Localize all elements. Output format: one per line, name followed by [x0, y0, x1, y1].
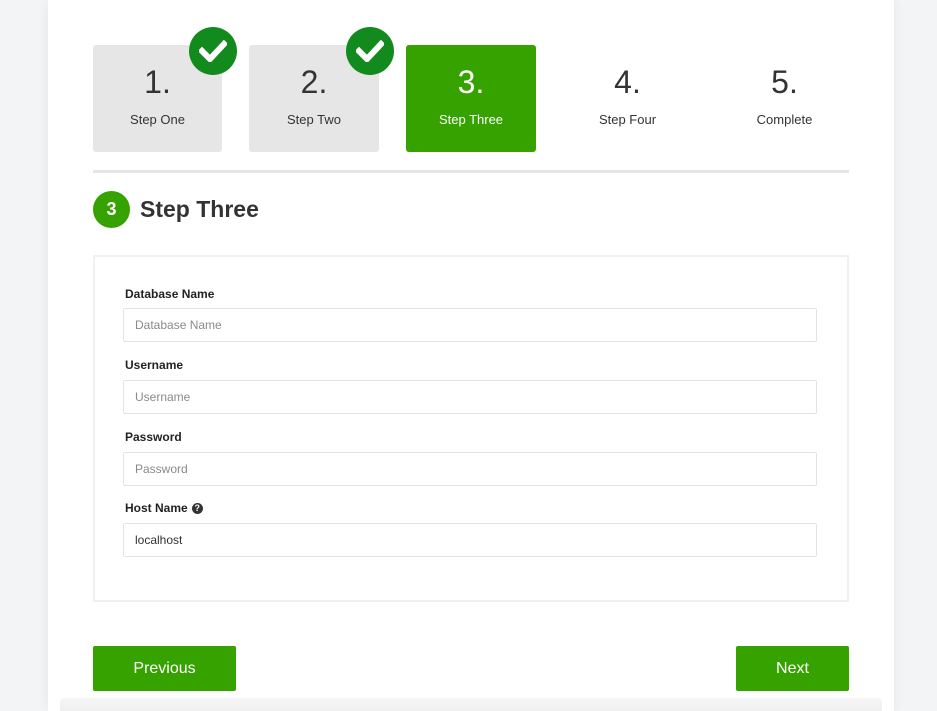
step-2[interactable]: 2. Step Two: [249, 27, 394, 152]
password-label: Password: [125, 430, 182, 444]
step-progress: 1. Step One 2. Step Two 3. Step Three 4.…: [93, 27, 849, 152]
host-name-label: Host Name: [125, 501, 188, 515]
next-button[interactable]: Next: [736, 646, 849, 691]
step-3[interactable]: 3. Step Three: [406, 45, 536, 152]
page-title: Step Three: [140, 196, 259, 222]
database-form: Database Name Username Password Host Nam…: [93, 255, 849, 602]
step-1[interactable]: 1. Step One: [93, 27, 237, 152]
host-name-input[interactable]: [123, 523, 817, 557]
previous-button[interactable]: Previous: [93, 646, 236, 691]
step-label: Step One: [130, 112, 185, 127]
database-name-label: Database Name: [125, 287, 215, 301]
section-heading: 3 Step Three: [93, 191, 259, 228]
step-5[interactable]: 5. Complete: [720, 45, 849, 152]
checkmark-icon: [346, 27, 394, 75]
step-number: 5.: [771, 64, 798, 100]
username-input[interactable]: [123, 380, 817, 414]
card-footer-edge: [60, 698, 882, 711]
step-label: Step Two: [287, 112, 341, 127]
step-label: Step Four: [598, 112, 657, 127]
checkmark-icon: [189, 27, 237, 75]
steps-divider: [93, 170, 849, 173]
question-circle-icon[interactable]: ?: [191, 502, 203, 514]
step-number: 3.: [457, 64, 485, 100]
host-name-label-row: Host Name ?: [125, 501, 203, 515]
step-label: Step Three: [438, 112, 504, 127]
step-badge: 3: [93, 191, 130, 228]
username-label: Username: [125, 358, 184, 372]
database-name-input[interactable]: [123, 308, 817, 342]
step-number: 4.: [614, 64, 641, 100]
step-label: Complete: [756, 112, 813, 127]
password-input[interactable]: [123, 452, 817, 486]
step-4[interactable]: 4. Step Four: [563, 45, 692, 152]
